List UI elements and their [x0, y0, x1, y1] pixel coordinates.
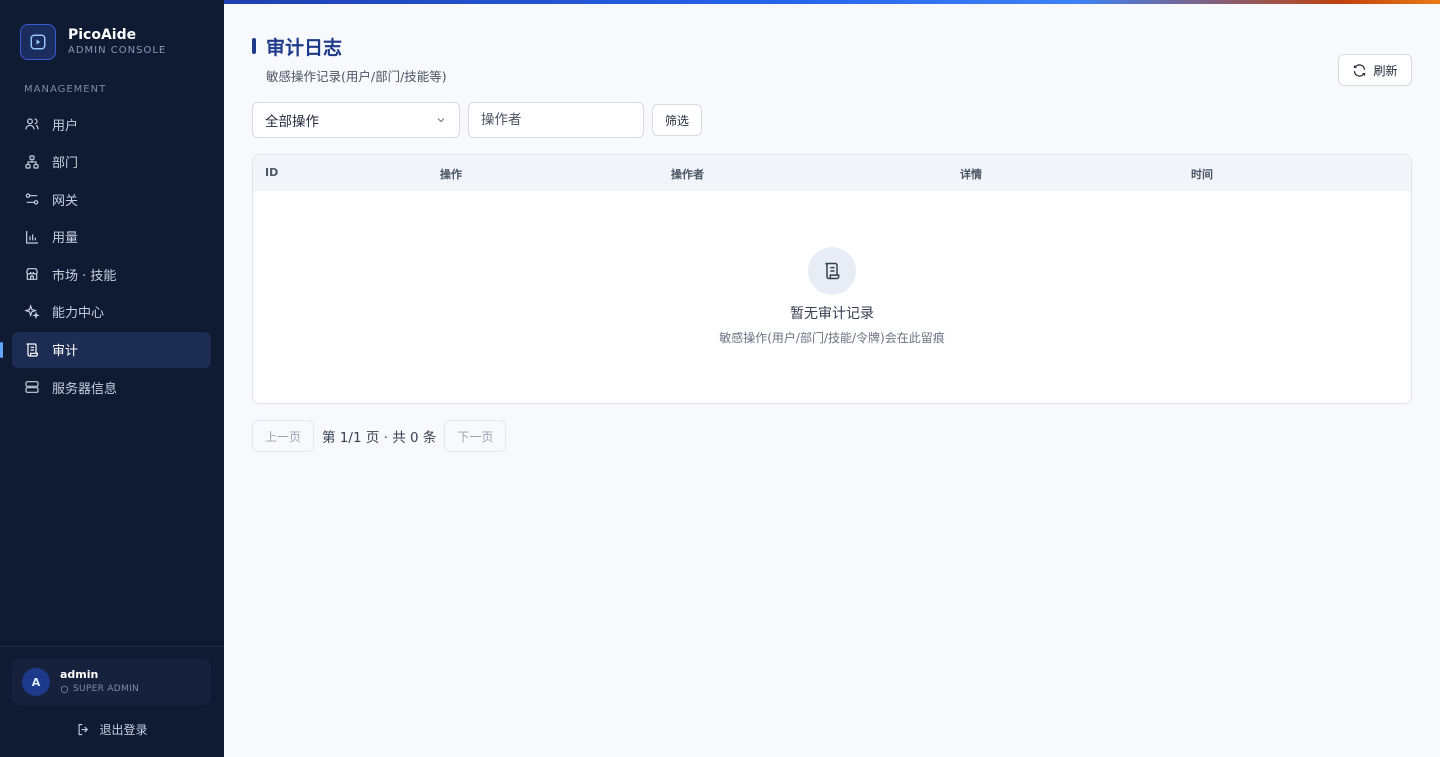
user-role-label: SUPER ADMIN: [73, 684, 140, 694]
sidebar-divider: [0, 646, 224, 647]
sidebar-item-audit[interactable]: 审计: [0, 331, 211, 368]
next-page-button[interactable]: 下一页: [444, 420, 507, 452]
shield-icon: [60, 685, 69, 694]
sidebar-item-label: 服务器信息: [52, 381, 118, 397]
refresh-label: 刷新: [1373, 63, 1398, 78]
empty-state-title: 暂无审计记录: [790, 306, 874, 322]
sidebar-item-label: 审计: [52, 344, 79, 360]
page-info: 第 1/1 页 · 共 0 条: [322, 430, 437, 446]
sidebar: PicoAide ADMIN CONSOLE MANAGEMENT 用户 部门 …: [0, 0, 224, 757]
filter-button[interactable]: 筛选: [652, 104, 702, 136]
store-icon: [24, 266, 40, 282]
bar-chart-icon: [24, 229, 40, 245]
column-header-details[interactable]: 详情: [960, 166, 982, 182]
gateway-icon: [24, 191, 40, 207]
page-title: 审计日志: [266, 37, 343, 59]
refresh-button[interactable]: 刷新: [1338, 54, 1412, 86]
user-card[interactable]: A admin SUPER ADMIN: [12, 659, 211, 705]
sidebar-item-label: 能力中心: [52, 306, 105, 322]
scroll-icon: [24, 342, 40, 358]
empty-state-subtitle: 敏感操作(用户/部门/技能/令牌)会在此留痕: [719, 331, 945, 345]
audit-table: ID 操作 操作者 详情 时间 暂无审计记录 敏感操作(用户/部门/技能/令牌)…: [252, 154, 1412, 404]
page-subtitle: 敏感操作记录(用户/部门/技能等): [266, 69, 447, 84]
top-accent-bar: [224, 0, 1440, 4]
brand[interactable]: PicoAide ADMIN CONSOLE: [20, 24, 166, 60]
sidebar-item-label: 用量: [52, 231, 79, 247]
chevron-down-icon: [435, 114, 447, 126]
users-icon: [24, 116, 40, 132]
action-type-select-value: 全部操作: [265, 114, 319, 130]
sidebar-item-users[interactable]: 用户: [12, 106, 211, 142]
brand-name: PicoAide: [68, 27, 137, 43]
nav-section-label: MANAGEMENT: [24, 84, 107, 95]
sidebar-item-market-skills[interactable]: 市场 · 技能: [12, 256, 211, 292]
sidebar-item-label: 市场 · 技能: [52, 268, 117, 284]
sidebar-item-usage[interactable]: 用量: [12, 219, 211, 255]
column-header-operator[interactable]: 操作者: [671, 166, 704, 182]
sidebar-item-label: 网关: [52, 193, 79, 209]
logout-icon: [76, 722, 91, 737]
logout-label: 退出登录: [99, 722, 148, 737]
operator-input[interactable]: [468, 102, 644, 138]
sidebar-item-departments[interactable]: 部门: [12, 144, 211, 180]
refresh-icon: [1352, 63, 1367, 78]
sidebar-item-label: 部门: [52, 156, 79, 172]
prev-page-button[interactable]: 上一页: [252, 420, 315, 452]
user-name: admin: [60, 668, 99, 681]
sidebar-item-label: 用户: [52, 118, 79, 134]
play-logo-icon: [20, 24, 56, 60]
server-icon: [24, 379, 40, 395]
logout-button[interactable]: 退出登录: [0, 718, 224, 740]
action-type-select[interactable]: 全部操作: [252, 102, 460, 138]
table-header: ID 操作 操作者 详情 时间: [253, 155, 1411, 191]
sidebar-item-capability-center[interactable]: 能力中心: [12, 294, 211, 330]
column-header-time[interactable]: 时间: [1191, 166, 1213, 182]
org-tree-icon: [24, 154, 40, 170]
avatar: A: [22, 668, 50, 696]
brand-subtitle: ADMIN CONSOLE: [68, 45, 167, 56]
column-header-action[interactable]: 操作: [440, 166, 462, 182]
pagination: 上一页 第 1/1 页 · 共 0 条 下一页: [252, 420, 507, 452]
scroll-icon: [808, 247, 856, 295]
sidebar-item-gateway[interactable]: 网关: [12, 181, 211, 217]
column-header-id[interactable]: ID: [265, 166, 278, 179]
user-role: SUPER ADMIN: [60, 682, 139, 696]
sidebar-nav: 用户 部门 网关 用量 市场 · 技能 能力中心 审计 服务器信息: [0, 106, 211, 407]
sparkles-icon: [24, 304, 40, 320]
title-accent-bar: [252, 38, 256, 54]
sidebar-item-server-info[interactable]: 服务器信息: [12, 369, 211, 405]
empty-state: 暂无审计记录 敏感操作(用户/部门/技能/令牌)会在此留痕: [253, 247, 1411, 346]
